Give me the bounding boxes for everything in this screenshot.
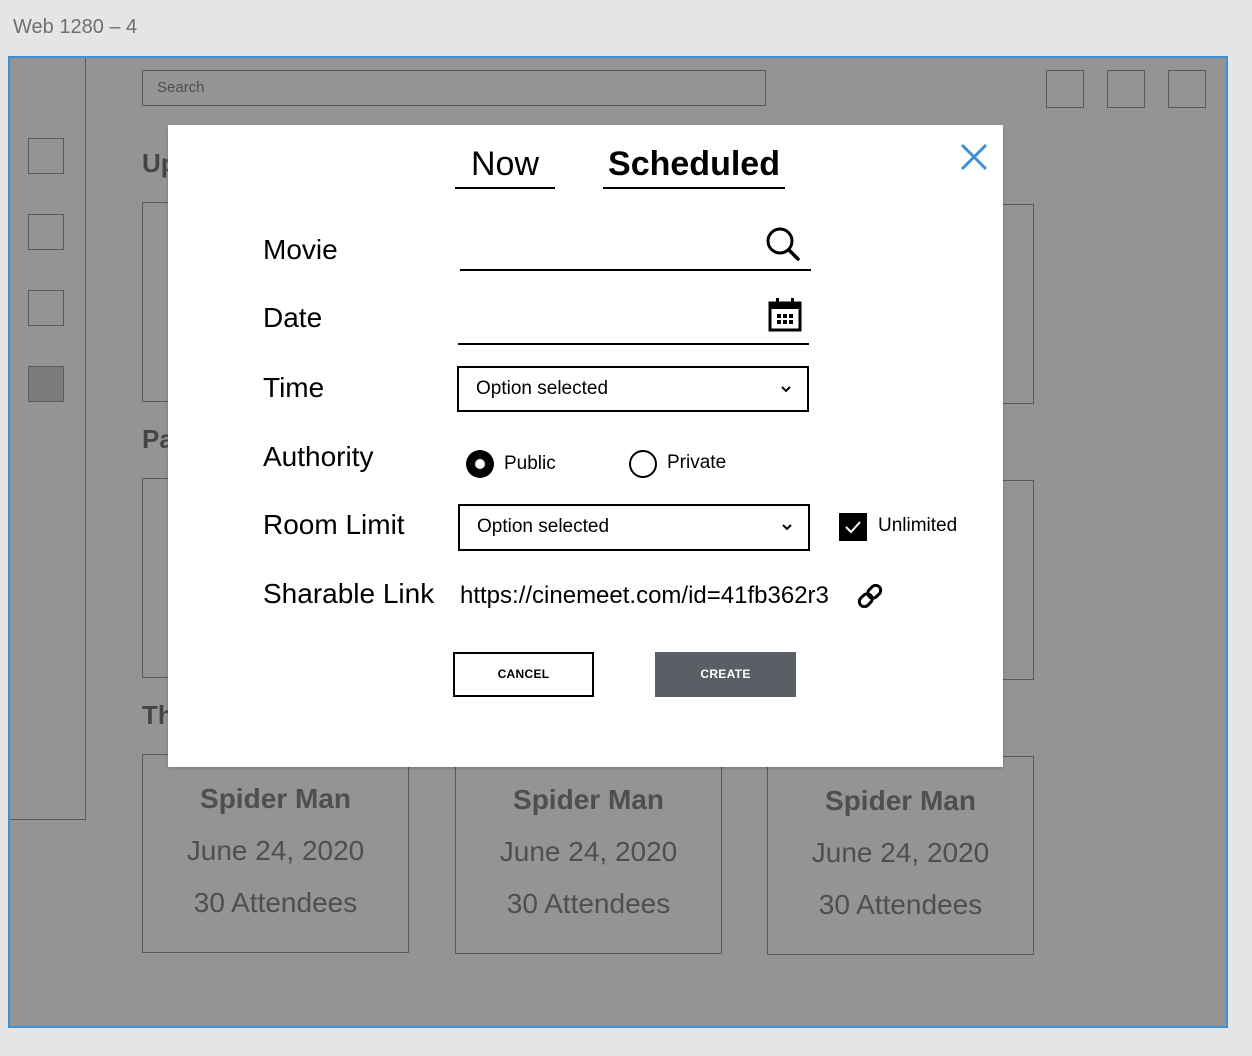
sharable-link-label: Sharable Link xyxy=(263,578,435,609)
link-icon[interactable] xyxy=(854,580,886,612)
room-limit-select[interactable]: Option selected xyxy=(458,504,810,551)
search-icon[interactable] xyxy=(764,225,802,263)
private-label: Private xyxy=(667,452,727,473)
sharable-link-text[interactable]: https://cinemeet.com/id=41fb362r3 xyxy=(460,582,829,610)
movie-label: Movie xyxy=(263,234,338,265)
room-limit-select-value: Option selected xyxy=(477,516,610,537)
unlimited-checkbox[interactable] xyxy=(839,513,867,541)
movie-search-input[interactable] xyxy=(460,225,811,271)
unlimited-label: Unlimited xyxy=(878,515,958,536)
cancel-button[interactable]: CANCEL xyxy=(453,652,594,697)
tab-now[interactable]: Now xyxy=(455,145,555,189)
radio-selected xyxy=(466,450,494,478)
checkmark-icon xyxy=(845,521,861,534)
time-label: Time xyxy=(263,372,325,403)
radio-unselected xyxy=(629,450,657,478)
authority-label: Authority xyxy=(263,441,374,472)
room-limit-label: Room Limit xyxy=(263,509,405,540)
frame-label: Web 1280 – 4 xyxy=(13,16,138,38)
date-input[interactable] xyxy=(458,295,809,345)
time-select-value: Option selected xyxy=(476,378,609,399)
calendar-icon[interactable] xyxy=(767,297,803,333)
create-room-modal: Now Scheduled Movie Date Time Option sel… xyxy=(168,125,1003,767)
time-select[interactable]: Option selected xyxy=(457,366,809,412)
public-label: Public xyxy=(504,453,556,474)
tab-scheduled[interactable]: Scheduled xyxy=(603,145,785,189)
close-button[interactable] xyxy=(954,137,994,177)
chevron-down-icon xyxy=(781,386,791,393)
close-icon xyxy=(960,143,988,171)
chevron-down-icon xyxy=(782,524,792,531)
create-button[interactable]: CREATE xyxy=(655,652,796,697)
date-label: Date xyxy=(263,302,323,333)
